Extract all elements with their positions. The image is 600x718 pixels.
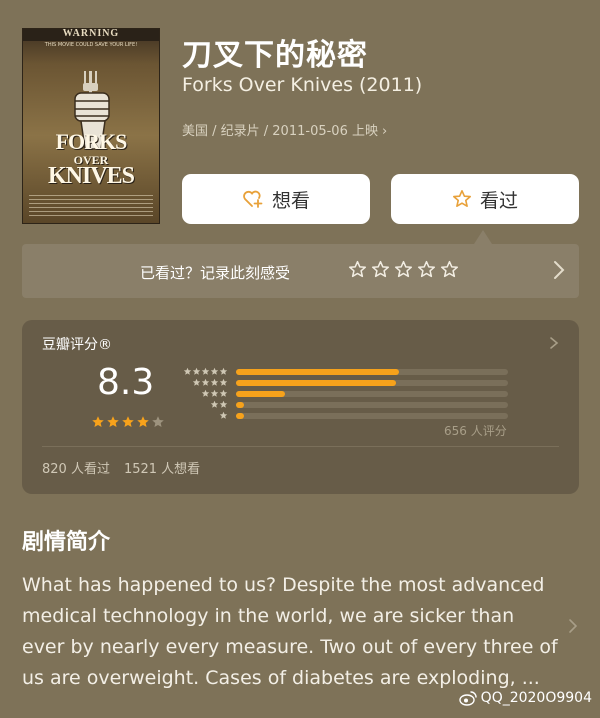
distribution-row [180,389,520,397]
distribution-star-label [180,389,228,398]
rate-prompt-text: 已看过？记录此刻感受 [140,264,291,282]
rating-score: 8.3 [97,362,155,403]
star-outline-icon[interactable] [371,260,390,279]
star-outline-icon [452,190,471,207]
star-outline-icon[interactable] [348,260,367,279]
chevron-right-icon[interactable] [552,260,566,280]
want-to-watch-button[interactable]: 想看 [182,174,370,224]
star-filled-icon [122,416,134,428]
star-small-icon [210,389,219,397]
movie-meta-link[interactable]: 美国 / 纪录片 / 2011-05-06 上映 › [182,120,387,139]
distribution-track [236,402,508,408]
star-filled-icon [137,416,149,428]
star-outline-icon[interactable] [417,260,436,279]
poster-warning-text: WARNING [62,28,120,39]
distribution-track [236,380,508,386]
distribution-row [180,411,520,419]
distribution-track [236,369,508,375]
star-small-icon [183,367,192,375]
star-outline-icon[interactable] [394,260,413,279]
synopsis-text[interactable]: What has happened to us? Despite the mos… [22,570,562,694]
chevron-right-icon: › [381,124,388,139]
watermark: QQ_2020O9904 [458,690,592,706]
rating-stars [91,415,165,429]
audience-stats: 820 人看过 1521 人想看 [42,458,200,477]
distribution-star-label [180,400,228,409]
movie-title: 刀叉下的秘密 [182,38,368,73]
movie-poster[interactable]: WARNING THIS MOVIE COULD SAVE YOUR LIFE!… [22,28,160,224]
movie-original-title: Forks Over Knives (2011) [182,74,423,96]
watermark-text: QQ_2020O9904 [480,690,592,706]
synopsis-heading: 剧情简介 [22,530,111,555]
star-small-icon [210,378,219,386]
distribution-track [236,391,508,397]
star-small-icon [201,367,210,375]
star-empty-icon [152,416,164,428]
distribution-bar [236,380,397,386]
star-small-icon [192,378,201,386]
distribution-bar [236,402,245,408]
star-small-icon [219,389,228,397]
star-small-icon [201,389,210,397]
distribution-star-label [180,378,228,387]
star-small-icon [219,378,228,386]
heart-plus-icon [243,190,263,208]
seen-count[interactable]: 820 人看过 [42,462,110,477]
rating-source-label: 豆瓣评分® [42,337,112,353]
want-count[interactable]: 1521 人想看 [124,462,200,477]
star-small-icon [219,400,228,408]
distribution-track [236,413,508,419]
chevron-right-icon[interactable] [549,336,559,350]
star-small-icon [210,400,219,408]
weibo-icon [458,691,477,706]
distribution-bar [236,369,400,375]
movie-meta-text: 美国 / 纪录片 / 2011-05-06 上映 [182,124,378,139]
rate-star-picker[interactable] [348,260,459,279]
distribution-bar [236,413,245,419]
popover-pointer [474,230,492,244]
star-filled-icon [107,416,119,428]
distribution-row [180,367,520,375]
star-small-icon [219,411,228,419]
distribution-star-label [180,411,228,420]
divider [42,446,559,447]
distribution-row [180,378,520,386]
want-label: 想看 [271,189,310,212]
star-filled-icon [92,416,104,428]
rate-prompt-bar[interactable] [22,244,579,298]
star-small-icon [192,367,201,375]
star-small-icon [219,367,228,375]
seen-label: 看过 [479,189,518,212]
star-small-icon [210,367,219,375]
star-outline-icon[interactable] [440,260,459,279]
poster-title-line3: KNIVES [47,163,135,189]
distribution-row [180,400,520,408]
distribution-star-label [180,367,228,376]
chevron-right-icon[interactable] [568,618,578,634]
star-small-icon [201,378,210,386]
poster-title-line1: FORKS [55,129,128,154]
distribution-bar [236,391,285,397]
poster-tagline: THIS MOVIE COULD SAVE YOUR LIFE! [44,42,138,48]
watched-button[interactable]: 看过 [391,174,579,224]
rating-count: 656 人评分 [444,424,507,438]
poster-credits [29,195,153,217]
